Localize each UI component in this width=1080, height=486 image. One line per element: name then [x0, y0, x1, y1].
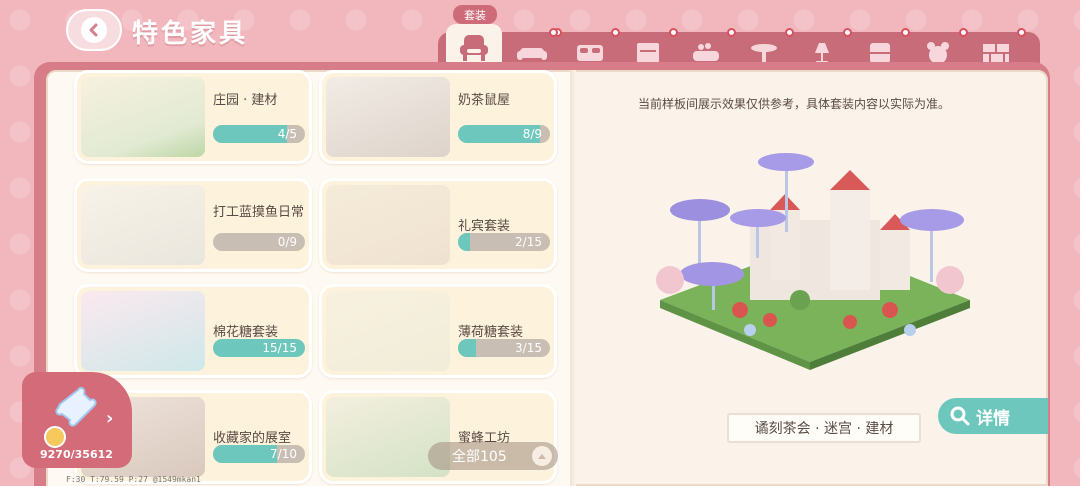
- bathtub-icon: [693, 43, 719, 61]
- page-title: 特色家具: [132, 19, 249, 49]
- back-button[interactable]: [66, 9, 122, 51]
- set-name: 庄园 · 建材: [213, 93, 278, 108]
- set-progress-bar: 4/5: [213, 125, 305, 143]
- tab-tooltip: 套装: [453, 5, 497, 24]
- set-thumbnail: [81, 185, 205, 265]
- set-count: 7/10: [270, 447, 297, 461]
- set-thumbnail: [81, 77, 205, 157]
- set-progress-bar: 3/15: [458, 339, 550, 357]
- set-card[interactable]: 薄荷糖套装 3/15: [319, 284, 557, 378]
- set-thumbnail: [81, 291, 205, 371]
- set-count: 15/15: [262, 341, 297, 355]
- furniture-set-icon: [460, 35, 488, 61]
- set-count: 2/15: [515, 235, 542, 249]
- table-icon: [751, 44, 777, 62]
- set-name: 奶茶鼠屋: [458, 93, 511, 108]
- set-count: 4/5: [277, 127, 297, 141]
- book-fold: [570, 70, 576, 486]
- set-thumbnail: [326, 291, 450, 371]
- bed-icon: [577, 45, 603, 61]
- set-name: 打工蓝摸鱼日常: [213, 205, 305, 220]
- debug-overlay: F:30 T:79.59 P:27 @1549mkan1: [66, 475, 201, 484]
- set-progress-bar: 15/15: [213, 339, 305, 357]
- set-count: 3/15: [515, 341, 542, 355]
- set-count: 0/9: [277, 235, 297, 249]
- scroll-up-icon[interactable]: [532, 446, 552, 466]
- set-card[interactable]: 庄园 · 建材 4/5: [74, 70, 312, 164]
- set-card[interactable]: 礼宾套装 2/15: [319, 178, 557, 272]
- preview-set-name: 谲刻茶会 · 迷宫 · 建材: [727, 413, 921, 443]
- set-progress-bar: 0/9: [213, 233, 305, 251]
- set-progress-bar: 2/15: [458, 233, 550, 251]
- avatar: [44, 426, 66, 448]
- chevron-right-icon: ›: [106, 408, 114, 429]
- set-card[interactable]: 棉花糖套装 15/15: [74, 284, 312, 378]
- collection-points: 9270/35612: [40, 448, 113, 461]
- sofa-icon: [517, 48, 547, 60]
- wall-icon: [983, 44, 1009, 62]
- detail-button[interactable]: 详情: [938, 398, 1048, 434]
- set-progress-bar: 7/10: [213, 445, 305, 463]
- set-preview-image: [650, 150, 980, 370]
- all-sets-label: 全部105: [452, 449, 507, 465]
- detail-label: 详情: [976, 408, 1010, 429]
- set-progress-bar: 8/9: [458, 125, 550, 143]
- all-sets-button[interactable]: 全部105: [428, 442, 558, 470]
- set-count: 8/9: [522, 127, 542, 141]
- set-card[interactable]: 奶茶鼠屋 8/9: [319, 70, 557, 164]
- set-thumbnail: [326, 77, 450, 157]
- set-card[interactable]: 打工蓝摸鱼日常 0/9: [74, 178, 312, 272]
- set-thumbnail: [326, 185, 450, 265]
- collection-badge[interactable]: › 9270/35612: [22, 372, 132, 468]
- back-arrow-icon: [81, 17, 107, 43]
- search-icon: [950, 406, 970, 426]
- preview-notice: 当前样板间展示效果仅供参考，具体套装内容以实际为准。: [638, 97, 951, 111]
